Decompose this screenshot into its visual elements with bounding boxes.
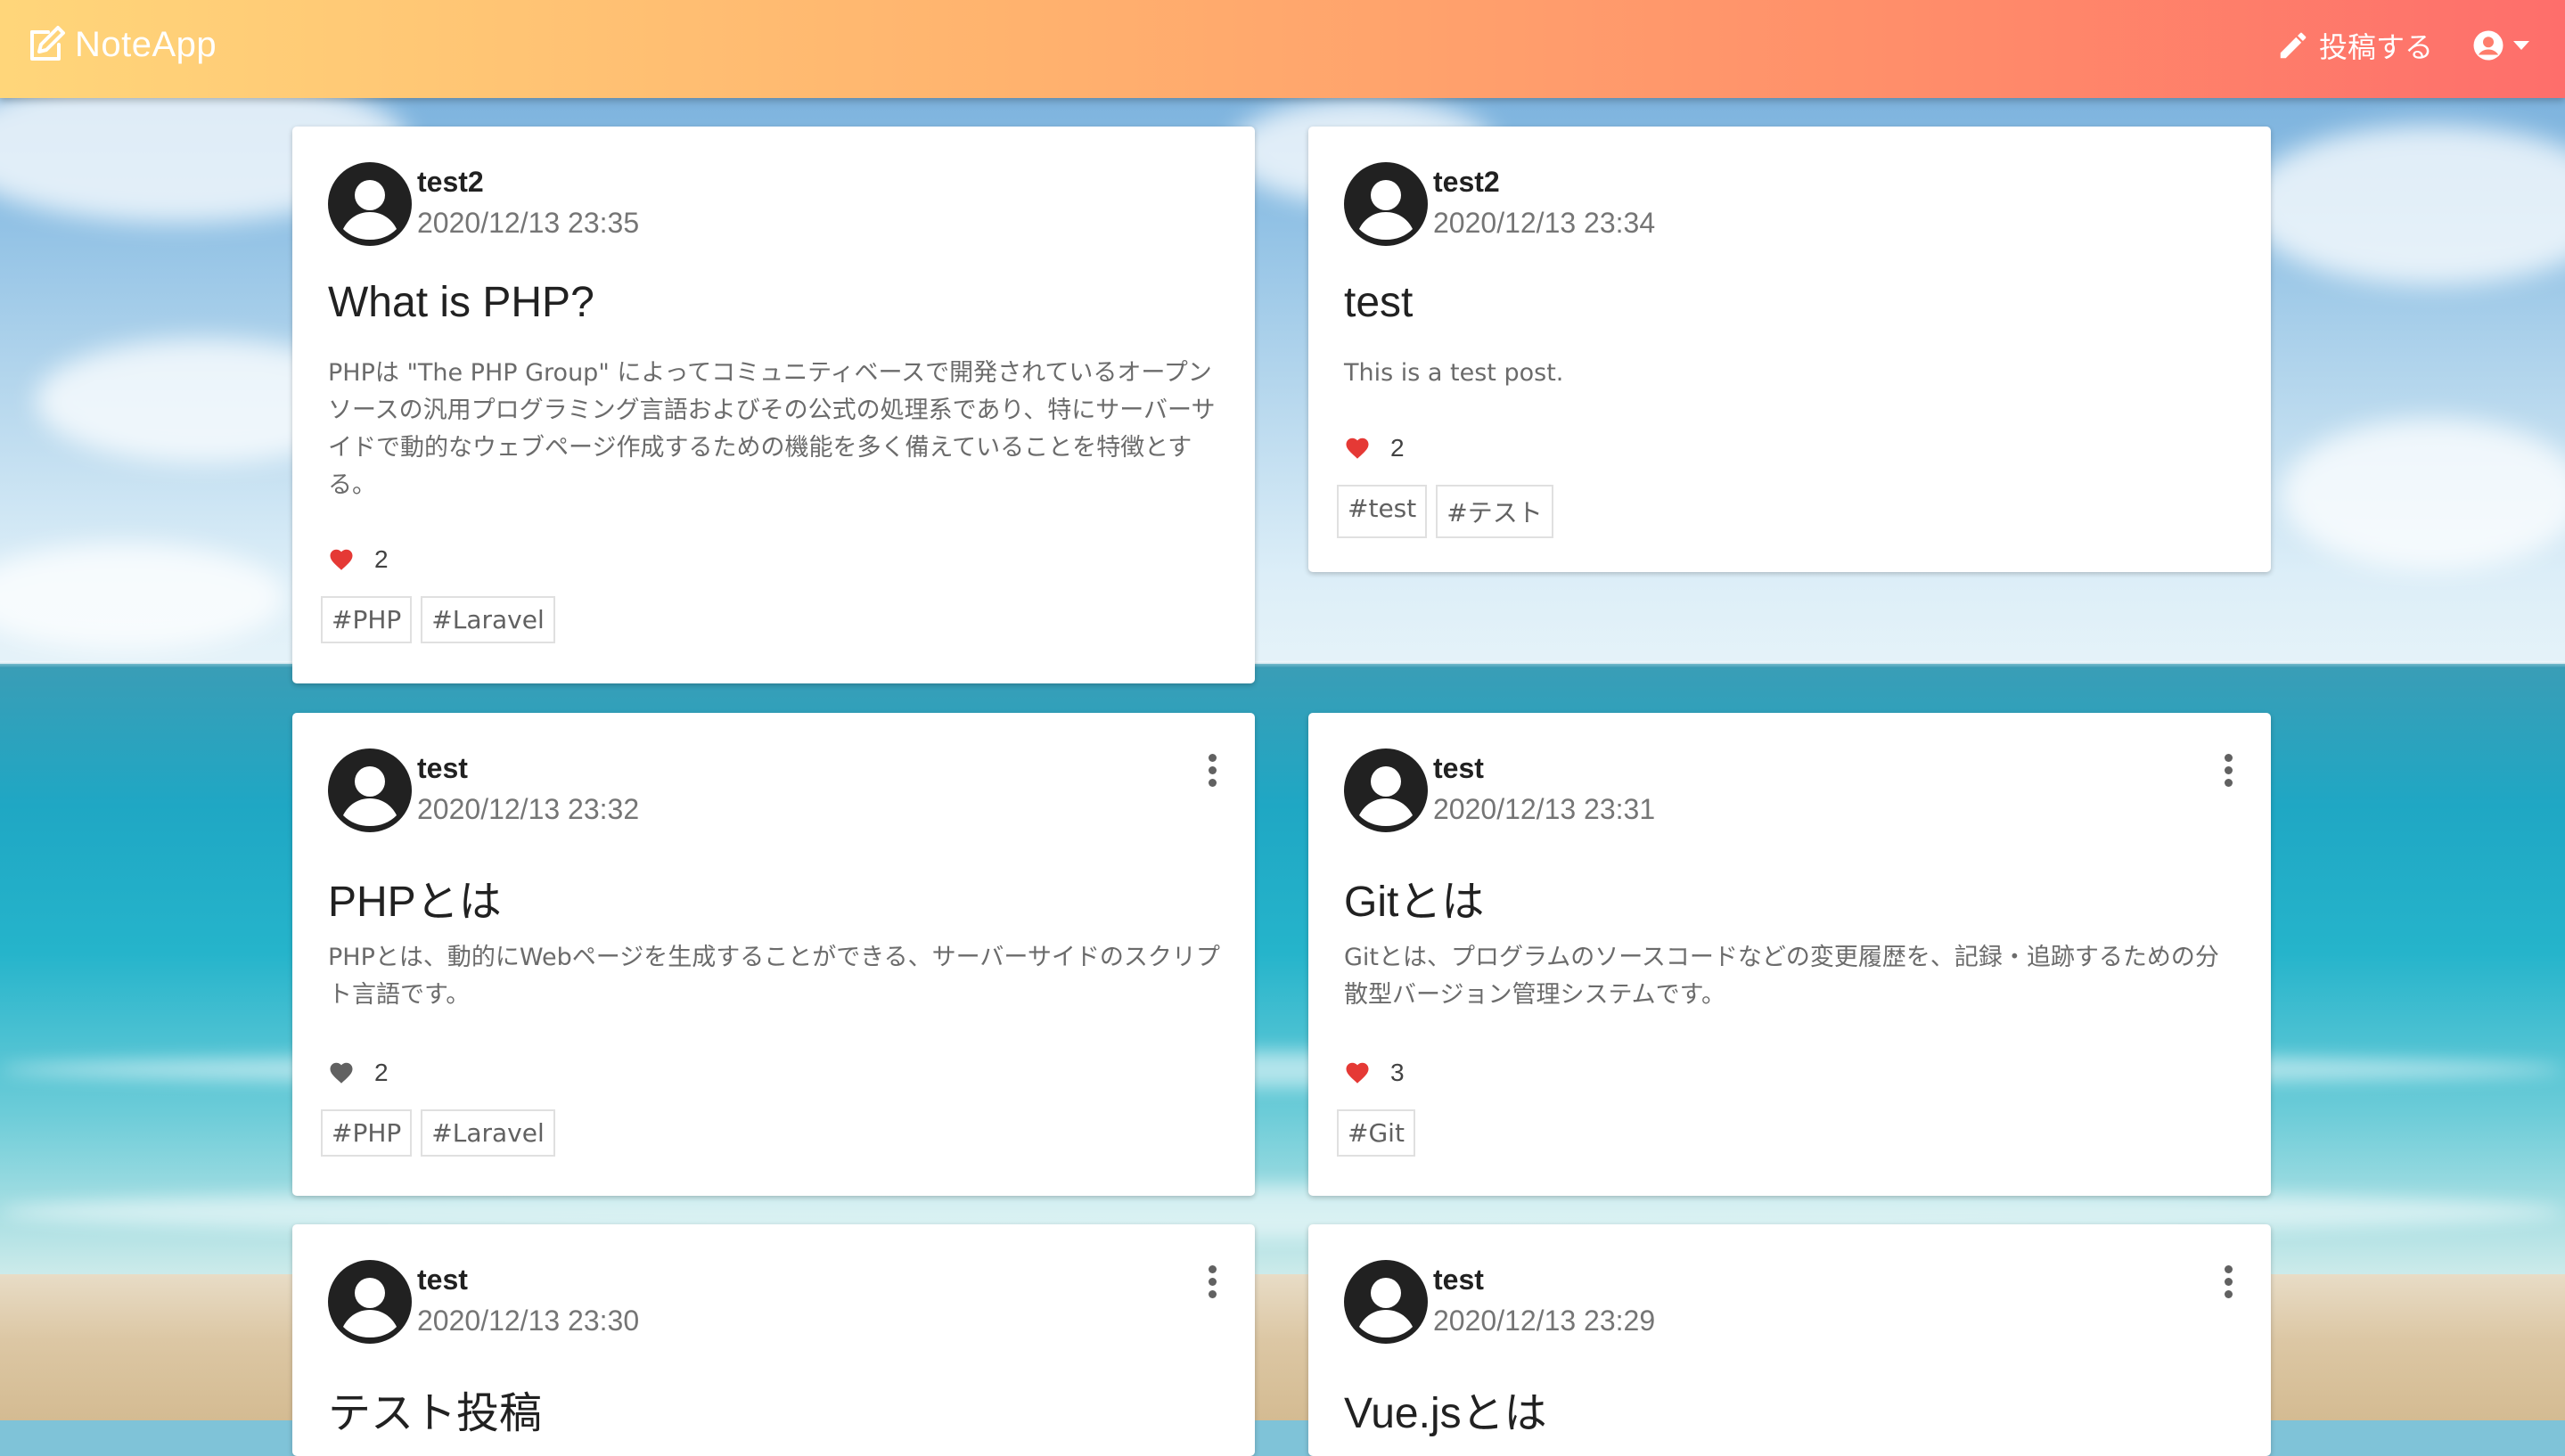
like-section: 2 — [1344, 434, 1405, 462]
tag-chip[interactable]: #Laravel — [421, 596, 555, 643]
post-date: 2020/12/13 23:34 — [1433, 207, 1656, 239]
post-card: test2 2020/12/13 23:34 test This is a te… — [1308, 127, 2271, 572]
user-avatar-icon — [328, 1260, 412, 1344]
post-author: test2 — [1433, 166, 1500, 198]
user-avatar-icon — [1344, 748, 1428, 832]
pencil-icon — [2280, 32, 2307, 59]
create-post-label: 投稿する — [2318, 30, 2433, 64]
post-date: 2020/12/13 23:32 — [417, 793, 640, 825]
heart-icon[interactable] — [1344, 1059, 1371, 1086]
user-avatar-icon — [1344, 162, 1428, 246]
post-date: 2020/12/13 23:31 — [1433, 793, 1656, 825]
dots-vertical-icon — [2224, 1264, 2233, 1273]
post-body: PHPは "The PHP Group" によってコミュニティベースで開発されて… — [328, 359, 1216, 499]
post-date: 2020/12/13 23:35 — [417, 207, 640, 239]
tag-chip[interactable]: #Git — [1337, 1109, 1415, 1157]
like-section: 3 — [1344, 1059, 1405, 1087]
post-card: test 2020/12/13 23:31 Gitとは Gitとは、プログラムの… — [1308, 713, 2271, 1196]
brand-link[interactable]: NoteApp — [25, 23, 217, 66]
post-card: test2 2020/12/13 23:35 What is PHP? PHPは… — [292, 127, 1255, 683]
like-count: 2 — [374, 545, 389, 573]
tag-chip[interactable]: #test — [1337, 485, 1428, 538]
tag-chip[interactable]: #PHP — [321, 596, 413, 643]
user-account-dropdown[interactable] — [2472, 29, 2529, 61]
tag-chip[interactable]: #テスト — [1436, 485, 1553, 538]
user-avatar-icon — [328, 162, 412, 246]
post-title[interactable]: What is PHP? — [328, 278, 594, 327]
post-author: test — [417, 1264, 468, 1296]
like-section: 2 — [328, 545, 389, 574]
post-title[interactable]: テスト投稿 — [328, 1378, 542, 1440]
tag-list: #Git — [1337, 1109, 1415, 1157]
tag-list: #PHP #Laravel — [321, 596, 555, 643]
post-body: PHPとは、動的にWebページを生成することができる、サーバーサイドのスクリプト… — [328, 944, 1220, 1009]
like-section: 2 — [328, 1059, 389, 1087]
post-menu-button[interactable] — [2210, 748, 2246, 791]
brand-name: NoteApp — [75, 24, 217, 64]
post-card: test 2020/12/13 23:32 PHPとは PHPとは、動的にWeb… — [292, 713, 1255, 1196]
post-body: This is a test post. — [1344, 359, 1564, 387]
post-card: test 2020/12/13 23:29 Vue.jsとは — [1308, 1224, 2271, 1456]
post-author: test2 — [417, 166, 484, 198]
dots-vertical-icon — [1208, 1264, 1217, 1273]
account-circle-icon — [2473, 30, 2504, 61]
post-menu-button[interactable] — [2210, 1260, 2246, 1303]
create-post-link[interactable]: 投稿する — [2276, 25, 2433, 66]
heart-icon[interactable] — [328, 546, 355, 573]
chevron-down-icon — [2513, 41, 2529, 50]
post-date: 2020/12/13 23:30 — [417, 1305, 640, 1337]
user-avatar-icon — [328, 748, 412, 832]
edit-square-icon — [30, 26, 65, 61]
like-count: 2 — [1390, 434, 1405, 462]
like-count: 2 — [374, 1059, 389, 1086]
post-author: test — [417, 752, 468, 784]
background-cloud — [2282, 419, 2565, 570]
tag-chip[interactable]: #PHP — [321, 1109, 413, 1157]
post-menu-button[interactable] — [1194, 748, 1230, 791]
post-date: 2020/12/13 23:29 — [1433, 1305, 1656, 1337]
post-title[interactable]: test — [1344, 278, 1413, 327]
navbar-actions: 投稿する — [2276, 25, 2529, 66]
tag-chip[interactable]: #Laravel — [421, 1109, 555, 1157]
post-author: test — [1433, 752, 1484, 784]
user-avatar-icon — [1344, 1260, 1428, 1344]
post-title[interactable]: PHPとは — [328, 866, 502, 928]
heart-icon[interactable] — [328, 1059, 355, 1086]
dots-vertical-icon — [1208, 753, 1217, 762]
dots-vertical-icon — [2224, 753, 2233, 762]
post-body: Gitとは、プログラムのソースコードなどの変更履歴を、記録・追跡するための分散型… — [1344, 944, 2219, 1009]
top-navbar: NoteApp 投稿する — [0, 0, 2565, 98]
tag-list: #PHP #Laravel — [321, 1109, 555, 1157]
post-author: test — [1433, 1264, 1484, 1296]
post-title[interactable]: Vue.jsとは — [1344, 1378, 1547, 1440]
tag-list: #test #テスト — [1337, 485, 1553, 538]
heart-icon[interactable] — [1344, 435, 1371, 462]
post-title[interactable]: Gitとは — [1344, 866, 1484, 928]
post-menu-button[interactable] — [1194, 1260, 1230, 1303]
post-card: test 2020/12/13 23:30 テスト投稿 — [292, 1224, 1255, 1456]
like-count: 3 — [1390, 1059, 1405, 1086]
